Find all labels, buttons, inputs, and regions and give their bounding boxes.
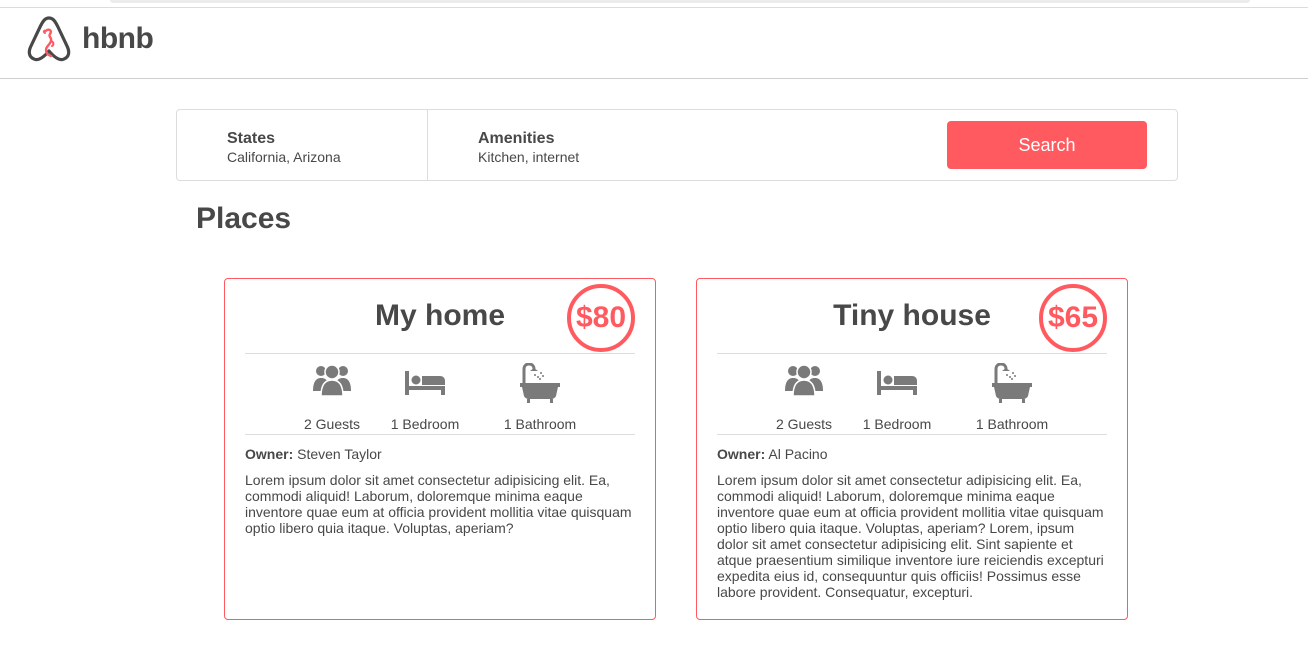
divider — [245, 434, 635, 435]
logo-text: hbnb — [82, 22, 154, 55]
search-button[interactable]: Search — [947, 121, 1147, 169]
states-filter-value: California, Arizona — [227, 149, 341, 165]
bed-icon — [877, 371, 917, 395]
bathtub-icon — [520, 363, 560, 403]
owner-name: Steven Taylor — [297, 446, 382, 462]
owner-name: Al Pacino — [768, 446, 828, 462]
guests-label: 2 Guests — [775, 416, 833, 432]
states-filter-title: States — [227, 130, 276, 147]
states-filter[interactable]: States California, Arizona — [177, 110, 428, 180]
place-card: Tiny house $65 2 Guests 1 Bedroom 1 Bath… — [696, 278, 1128, 620]
bedrooms-info: 1 Bedroom — [847, 363, 947, 432]
bedrooms-label: 1 Bedroom — [862, 416, 932, 432]
place-description: Lorem ipsum dolor sit amet consectetur a… — [717, 472, 1104, 600]
guests-label: 2 Guests — [303, 416, 361, 432]
divider — [717, 434, 1107, 435]
airbnb-logo-icon — [27, 16, 71, 62]
place-description: Lorem ipsum dolor sit amet consectetur a… — [245, 472, 632, 536]
guests-icon — [785, 364, 823, 397]
owner-info: Owner: Steven Taylor — [245, 446, 382, 462]
bathrooms-info: 1 Bathroom — [490, 363, 590, 432]
owner-label: Owner: — [717, 446, 766, 462]
guests-info: 2 Guests — [754, 363, 854, 432]
bathrooms-label: 1 Bathroom — [975, 416, 1049, 432]
bathtub-icon — [992, 363, 1032, 403]
place-card: My home $80 2 Guests 1 Bedroom 1 Bathroo… — [224, 278, 656, 620]
logo[interactable]: hbnb — [26, 14, 154, 64]
divider — [717, 353, 1107, 354]
bedrooms-label: 1 Bedroom — [390, 416, 460, 432]
amenities-filter-value: Kitchen, internet — [478, 149, 580, 165]
amenities-filter-title: Amenities — [478, 130, 555, 147]
price-badge: $65 — [1039, 284, 1107, 352]
bathrooms-label: 1 Bathroom — [503, 416, 577, 432]
price-badge: $80 — [567, 284, 635, 352]
guests-icon — [313, 364, 351, 397]
place-info: 2 Guests 1 Bedroom 1 Bathroom — [717, 363, 1107, 433]
bathrooms-info: 1 Bathroom — [962, 363, 1062, 432]
bed-icon — [405, 371, 445, 395]
site-header: hbnb — [0, 8, 1308, 79]
place-info: 2 Guests 1 Bedroom 1 Bathroom — [245, 363, 635, 433]
bedrooms-info: 1 Bedroom — [375, 363, 475, 432]
filters-bar: States California, Arizona Amenities Kit… — [176, 109, 1178, 181]
guests-info: 2 Guests — [282, 363, 382, 432]
places-title: Places — [196, 202, 292, 235]
owner-label: Owner: — [245, 446, 294, 462]
divider — [245, 353, 635, 354]
browser-top-shade — [110, 0, 1250, 3]
owner-info: Owner: Al Pacino — [717, 446, 828, 462]
amenities-filter[interactable]: Amenities Kitchen, internet — [428, 110, 728, 180]
